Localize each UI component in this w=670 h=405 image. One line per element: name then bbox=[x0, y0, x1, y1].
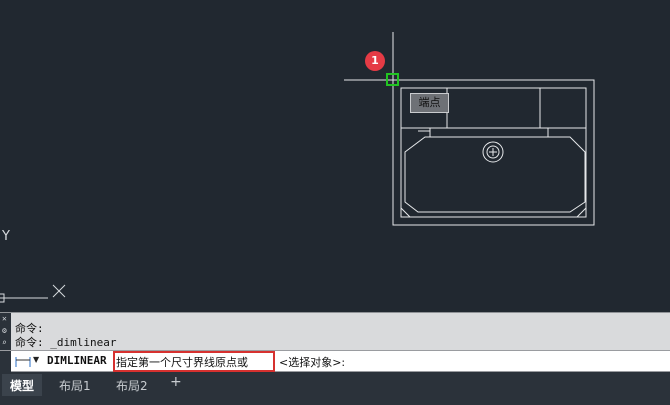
ucs-icon bbox=[0, 284, 66, 303]
step-badge: 1 bbox=[365, 51, 385, 71]
wrench-icon[interactable]: ⚙ bbox=[2, 327, 7, 335]
close-icon[interactable]: ✕ bbox=[2, 315, 7, 323]
command-line-grip bbox=[0, 351, 11, 372]
chevron-down-icon[interactable]: ▼ bbox=[33, 355, 39, 364]
command-option[interactable]: <选择对象>: bbox=[279, 354, 345, 370]
layout-tabs: 模型 布局1 布局2 + bbox=[0, 372, 670, 405]
command-history-grip[interactable]: ✕ ⚙ ⌕ bbox=[0, 313, 11, 351]
drawing-canvas[interactable]: 1 端点 Y X bbox=[0, 0, 670, 312]
tab-model[interactable]: 模型 bbox=[2, 374, 43, 396]
add-tab-button[interactable]: + bbox=[170, 374, 182, 390]
command-line[interactable]: ▼ DIMLINEAR 指定第一个尺寸界线原点或 <选择对象>: bbox=[0, 350, 670, 372]
command-history: ✕ ⚙ ⌕ 命令: 命令: _dimlinear bbox=[0, 312, 670, 351]
osnap-tooltip: 端点 bbox=[410, 93, 449, 113]
search-icon[interactable]: ⌕ bbox=[2, 339, 7, 347]
command-prompt: 指定第一个尺寸界线原点或 bbox=[116, 356, 248, 369]
basin-outline bbox=[404, 136, 586, 213]
tab-layout2[interactable]: 布局2 bbox=[108, 374, 156, 396]
tab-layout1[interactable]: 布局1 bbox=[51, 374, 99, 396]
history-line: 命令: _dimlinear bbox=[15, 336, 117, 349]
active-command-name: DIMLINEAR bbox=[47, 354, 107, 367]
dimlinear-icon bbox=[15, 357, 31, 367]
ucs-y-label: Y bbox=[2, 229, 10, 244]
canvas-drawing bbox=[0, 32, 595, 303]
